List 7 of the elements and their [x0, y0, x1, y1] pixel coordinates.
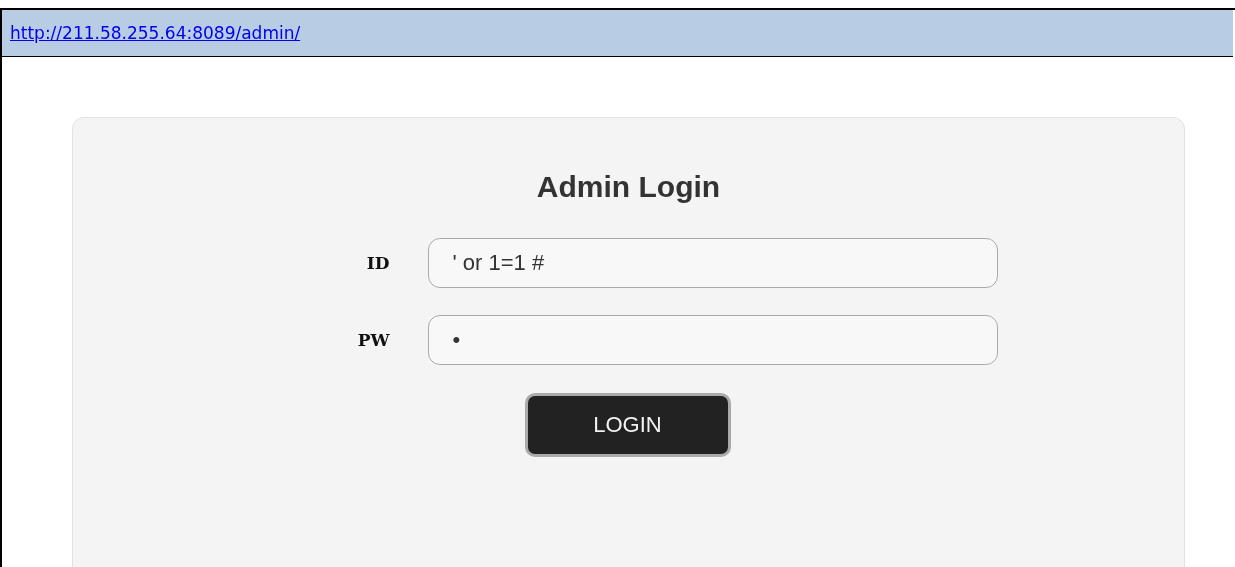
input-field[interactable]: • [427, 315, 998, 365]
field-label: PW [356, 330, 390, 350]
login-button[interactable]: LOGIN [524, 393, 731, 457]
input-field[interactable]: ' or 1=1 # [427, 238, 998, 288]
login-title: Admin Login [536, 170, 721, 204]
field-label: ID [365, 253, 390, 273]
url-link[interactable]: http://211.58.255.64:8089/admin/ [10, 23, 301, 43]
